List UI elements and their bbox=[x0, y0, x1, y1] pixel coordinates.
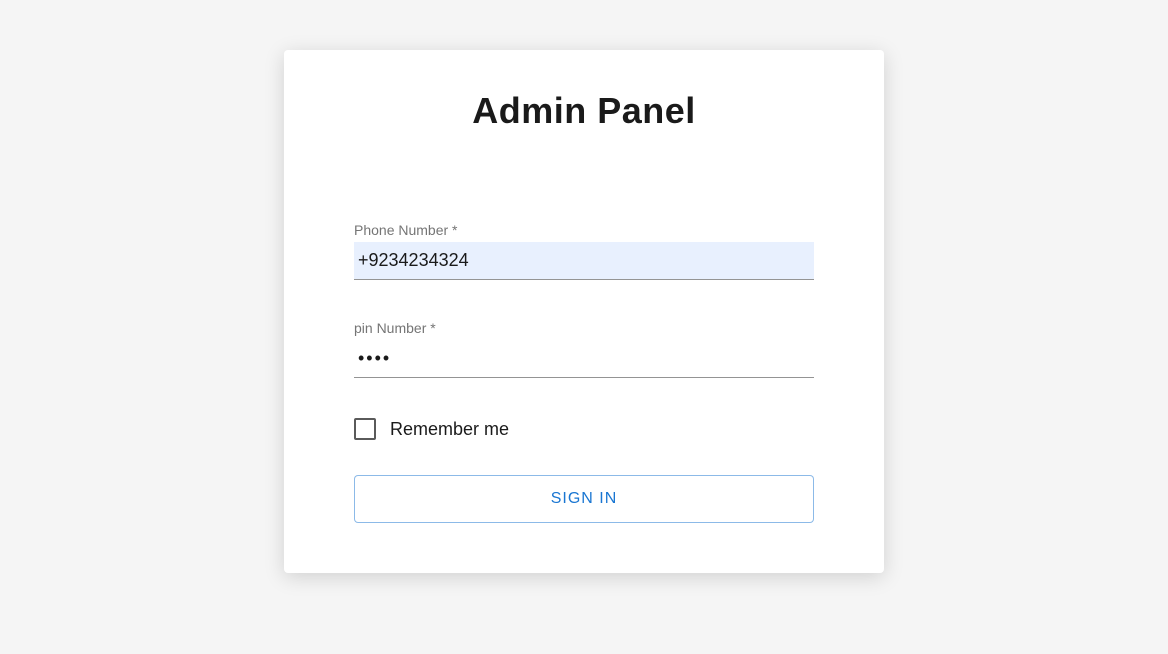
phone-label: Phone Number * bbox=[354, 222, 814, 238]
pin-label: pin Number * bbox=[354, 320, 814, 336]
remember-label: Remember me bbox=[390, 419, 509, 440]
pin-input[interactable] bbox=[354, 340, 814, 378]
phone-input[interactable] bbox=[354, 242, 814, 280]
remember-row: Remember me bbox=[354, 418, 814, 440]
pin-field: pin Number * bbox=[354, 320, 814, 378]
page-title: Admin Panel bbox=[354, 90, 814, 132]
phone-field: Phone Number * bbox=[354, 222, 814, 280]
remember-checkbox[interactable] bbox=[354, 418, 376, 440]
login-card: Admin Panel Phone Number * pin Number * … bbox=[284, 50, 884, 573]
signin-button[interactable]: SIGN IN bbox=[354, 475, 814, 523]
